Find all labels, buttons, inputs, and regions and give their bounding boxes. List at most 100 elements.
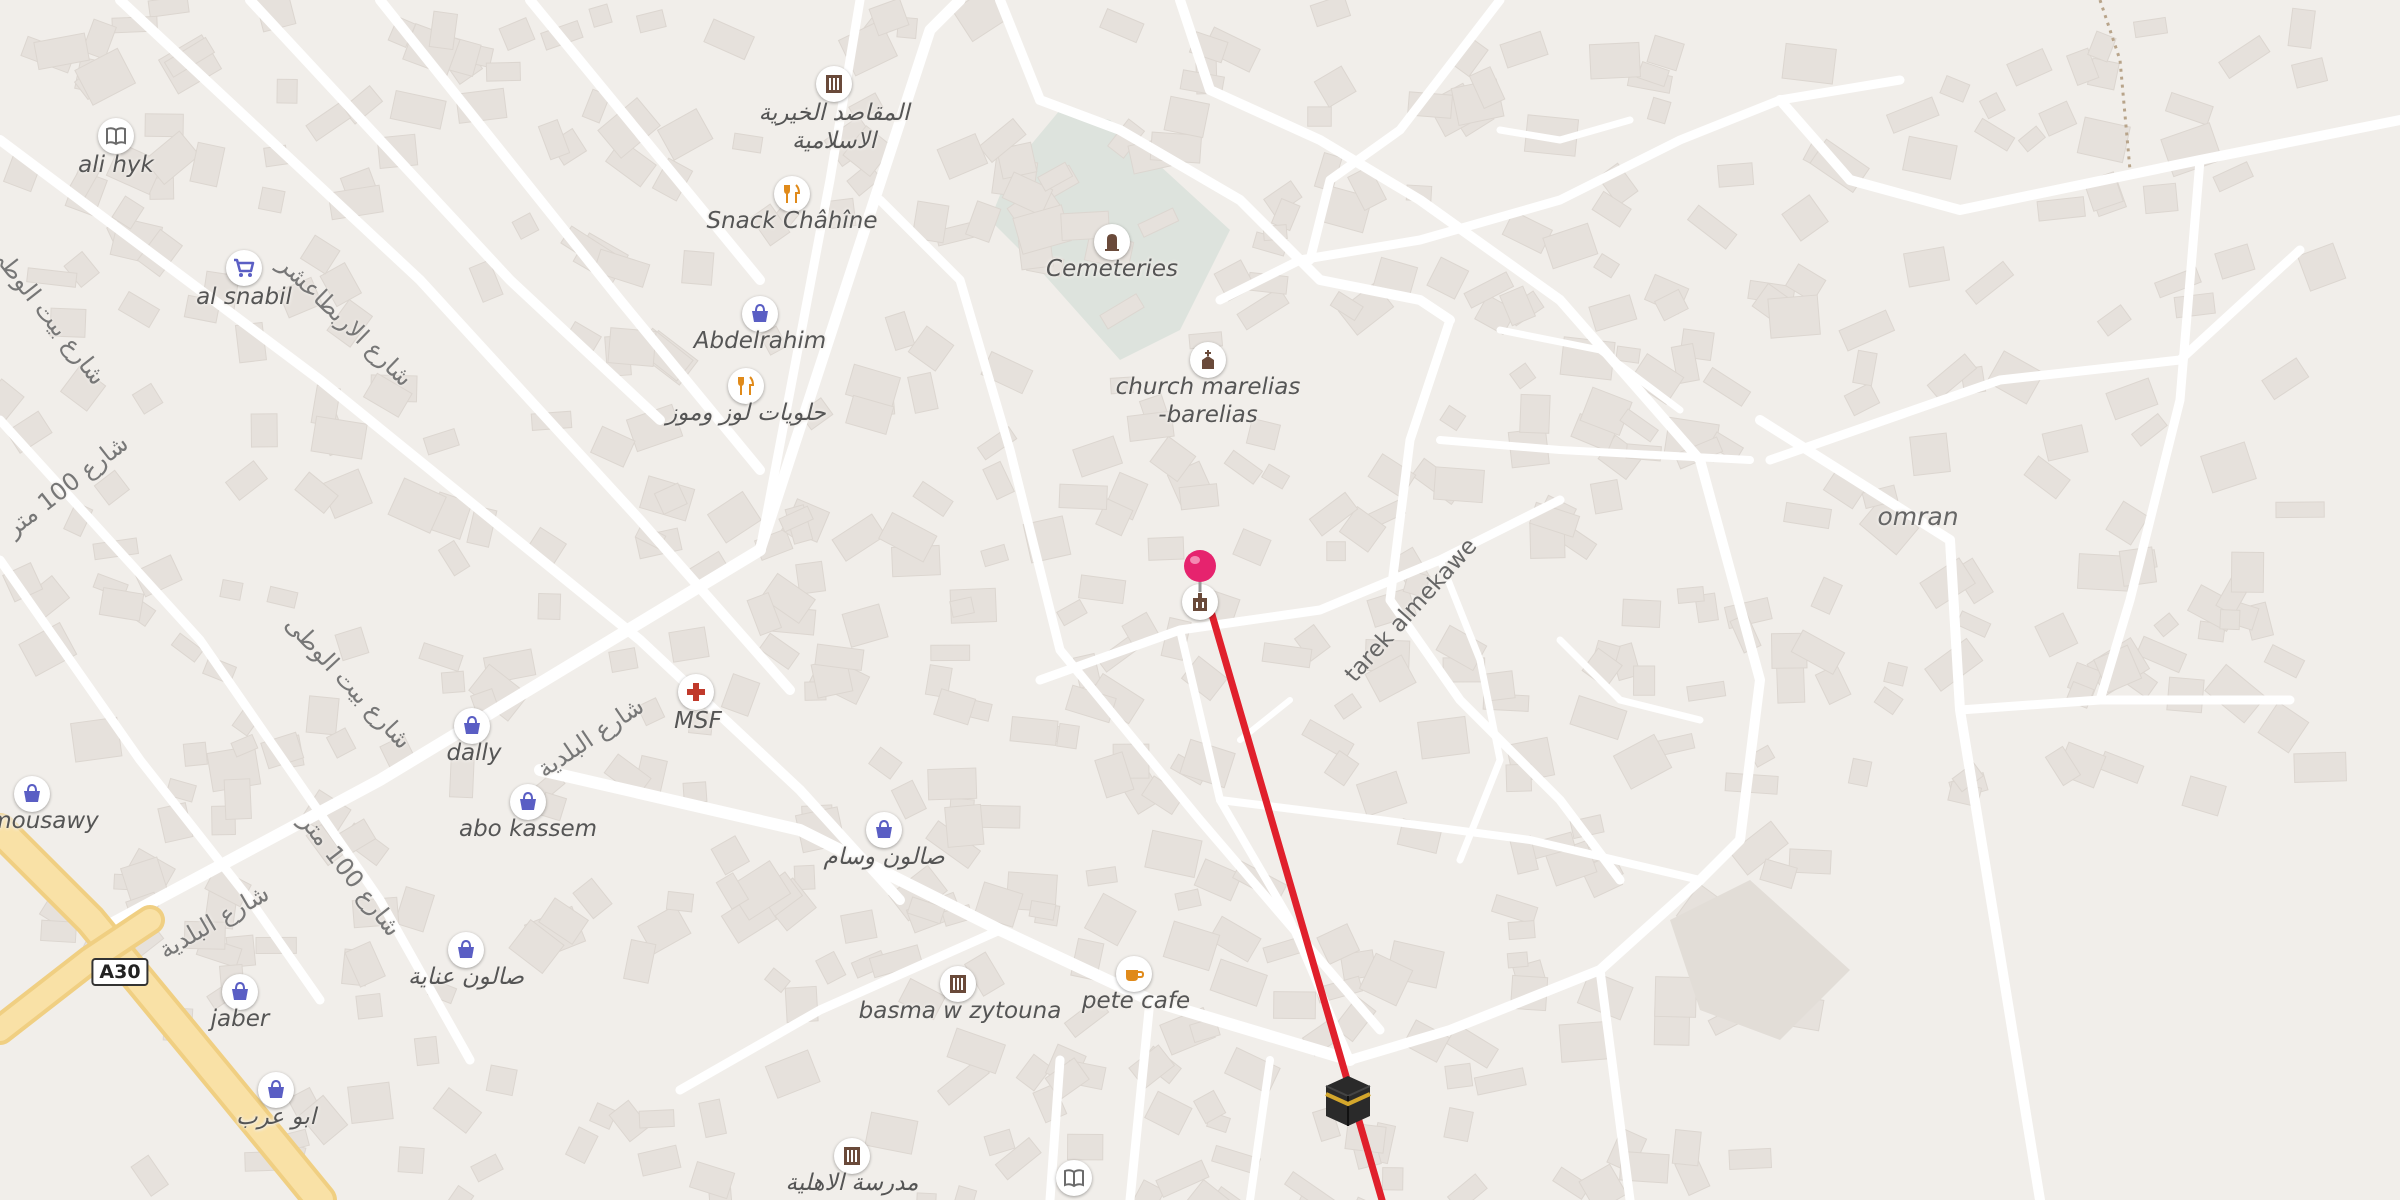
building — [182, 741, 208, 767]
shopping-bag-icon[interactable] — [448, 932, 484, 968]
poi-label-madrasa: مدرسة الاهلية — [785, 1170, 919, 1196]
building — [485, 61, 521, 82]
building — [1767, 294, 1821, 339]
building — [310, 415, 368, 460]
poi-label-cemeteries: Cemeteries — [1046, 256, 1178, 282]
building — [2219, 609, 2241, 631]
building — [668, 626, 710, 663]
building — [1728, 1147, 1773, 1171]
area-label-omran: omran — [1877, 502, 1959, 531]
medical-cross-icon[interactable] — [678, 674, 714, 710]
building — [914, 1192, 937, 1200]
building — [1902, 246, 1951, 288]
shopping-bag-icon[interactable] — [14, 776, 50, 812]
location-pin-icon[interactable] — [1182, 548, 1218, 596]
building — [257, 186, 286, 214]
shopping-bag-icon[interactable] — [866, 812, 902, 848]
school-icon[interactable] — [816, 66, 852, 102]
building — [2275, 501, 2325, 519]
building — [485, 1064, 518, 1097]
shopping-bag-icon[interactable] — [258, 1072, 294, 1108]
building — [1273, 991, 1317, 1020]
building — [1381, 1167, 1404, 1191]
kaaba-icon[interactable] — [1320, 1072, 1376, 1132]
building — [665, 890, 695, 913]
school-icon[interactable] — [940, 966, 976, 1002]
building — [1519, 393, 1551, 434]
building — [1417, 715, 1470, 760]
building — [927, 767, 978, 801]
building — [1433, 466, 1485, 504]
building — [397, 1146, 425, 1174]
poi-label-church: church marelias -barelias — [1115, 374, 1301, 428]
poi-label-mousawy: mousawy — [0, 808, 99, 834]
poi-label-al-snabil: al snabil — [196, 284, 292, 310]
building — [347, 1081, 394, 1125]
restaurant-icon[interactable] — [728, 368, 764, 404]
building — [638, 1109, 675, 1129]
building — [2166, 676, 2205, 714]
poi-label-pete-cafe: pete cafe — [1081, 988, 1191, 1014]
building — [250, 413, 278, 448]
shopping-cart-icon[interactable] — [226, 250, 262, 286]
building — [681, 250, 715, 286]
building — [608, 647, 639, 673]
building — [1163, 95, 1211, 139]
church-icon[interactable] — [1190, 342, 1226, 378]
building — [355, 992, 383, 1020]
building — [223, 778, 252, 821]
poi-label-abdelrahim: Abdelrahim — [693, 328, 827, 354]
poi-label-salon-wisam: صالون وسام — [823, 844, 945, 870]
building — [1654, 976, 1698, 1018]
building — [1307, 106, 1332, 127]
building — [1326, 541, 1346, 562]
building — [1558, 1020, 1610, 1063]
poi-label-salon-inaya: صالون عناية — [407, 964, 525, 990]
building — [1909, 432, 1951, 477]
building — [1067, 1133, 1104, 1161]
building — [1589, 479, 1623, 515]
poi-label-jaber: jaber — [210, 1006, 270, 1032]
building — [1058, 483, 1108, 510]
building — [440, 670, 466, 694]
poi-label-msf: MSF — [674, 708, 722, 734]
shopping-bag-icon[interactable] — [510, 784, 546, 820]
building — [2287, 7, 2316, 49]
building — [276, 78, 298, 104]
building — [1781, 42, 1837, 85]
grave-icon[interactable] — [1094, 224, 1130, 260]
shopping-bag-icon[interactable] — [454, 708, 490, 744]
shopping-bag-icon[interactable] — [742, 296, 778, 332]
book-icon[interactable] — [1056, 1160, 1092, 1196]
building — [1633, 665, 1656, 696]
building — [1883, 661, 1908, 687]
building — [1056, 722, 1080, 750]
building — [1443, 1107, 1474, 1143]
building — [1671, 1129, 1702, 1167]
building — [305, 695, 340, 736]
book-icon[interactable] — [98, 118, 134, 154]
school-icon[interactable] — [834, 1138, 870, 1174]
poi-label-snack-chahine: Snack Châhîne — [706, 208, 878, 234]
building — [1588, 41, 1641, 80]
shopping-bag-icon[interactable] — [222, 974, 258, 1010]
building — [1147, 536, 1185, 561]
building — [1621, 598, 1662, 629]
building — [219, 578, 244, 601]
restaurant-icon[interactable] — [774, 176, 810, 212]
poi-label-dally: dally — [446, 740, 502, 766]
building — [2293, 751, 2347, 783]
route-shield-a30: A30 — [91, 958, 149, 986]
building — [1676, 586, 1705, 604]
building — [840, 909, 878, 944]
building — [2142, 182, 2179, 215]
building — [930, 644, 971, 662]
building — [428, 10, 459, 51]
building — [1009, 715, 1059, 747]
building — [537, 592, 562, 621]
building — [1444, 1062, 1474, 1090]
cafe-icon[interactable] — [1116, 956, 1152, 992]
poi-label-ali-hyk: ali hyk — [78, 152, 154, 178]
building — [1776, 665, 1806, 704]
poi-label-basma: basma w zytouna — [858, 998, 1062, 1024]
